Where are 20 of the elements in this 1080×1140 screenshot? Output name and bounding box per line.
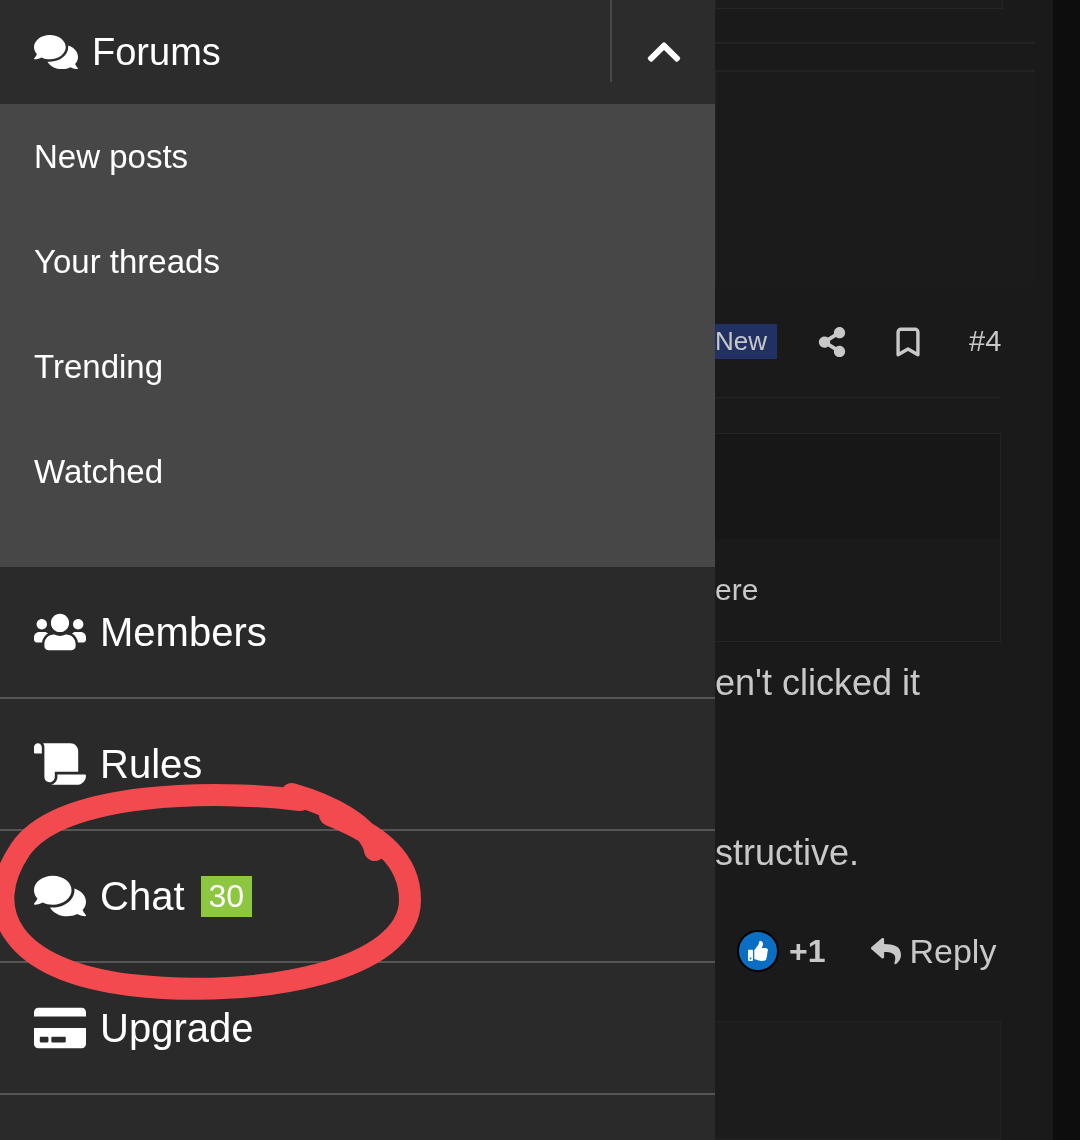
menu-item[interactable]: Chat 30 <box>0 831 715 963</box>
forums-label[interactable]: Forums <box>92 30 221 74</box>
post-text: structive. <box>715 831 861 874</box>
submenu-item[interactable]: Watched <box>0 419 163 524</box>
post-number[interactable]: #4 <box>969 325 1002 359</box>
quote-text: ere <box>715 573 759 608</box>
menu-item[interactable]: Rules <box>0 699 715 831</box>
reaction-count[interactable]: +1 <box>789 932 826 970</box>
new-tag: New <box>715 324 777 360</box>
reply-icon <box>871 936 902 967</box>
count-badge: 30 <box>200 875 253 917</box>
submenu-item[interactable]: New posts <box>0 104 189 209</box>
reply-link[interactable]: Reply <box>871 931 997 971</box>
submenu-item[interactable]: Trending <box>0 314 164 419</box>
menu-item[interactable]: Upgrade <box>0 963 715 1095</box>
share-icon[interactable] <box>817 326 847 357</box>
menu-item[interactable]: Members <box>0 567 715 699</box>
like-icon[interactable] <box>737 930 779 973</box>
submenu-item[interactable]: Your threads <box>0 209 220 314</box>
post-text: en't clicked it <box>715 661 921 704</box>
